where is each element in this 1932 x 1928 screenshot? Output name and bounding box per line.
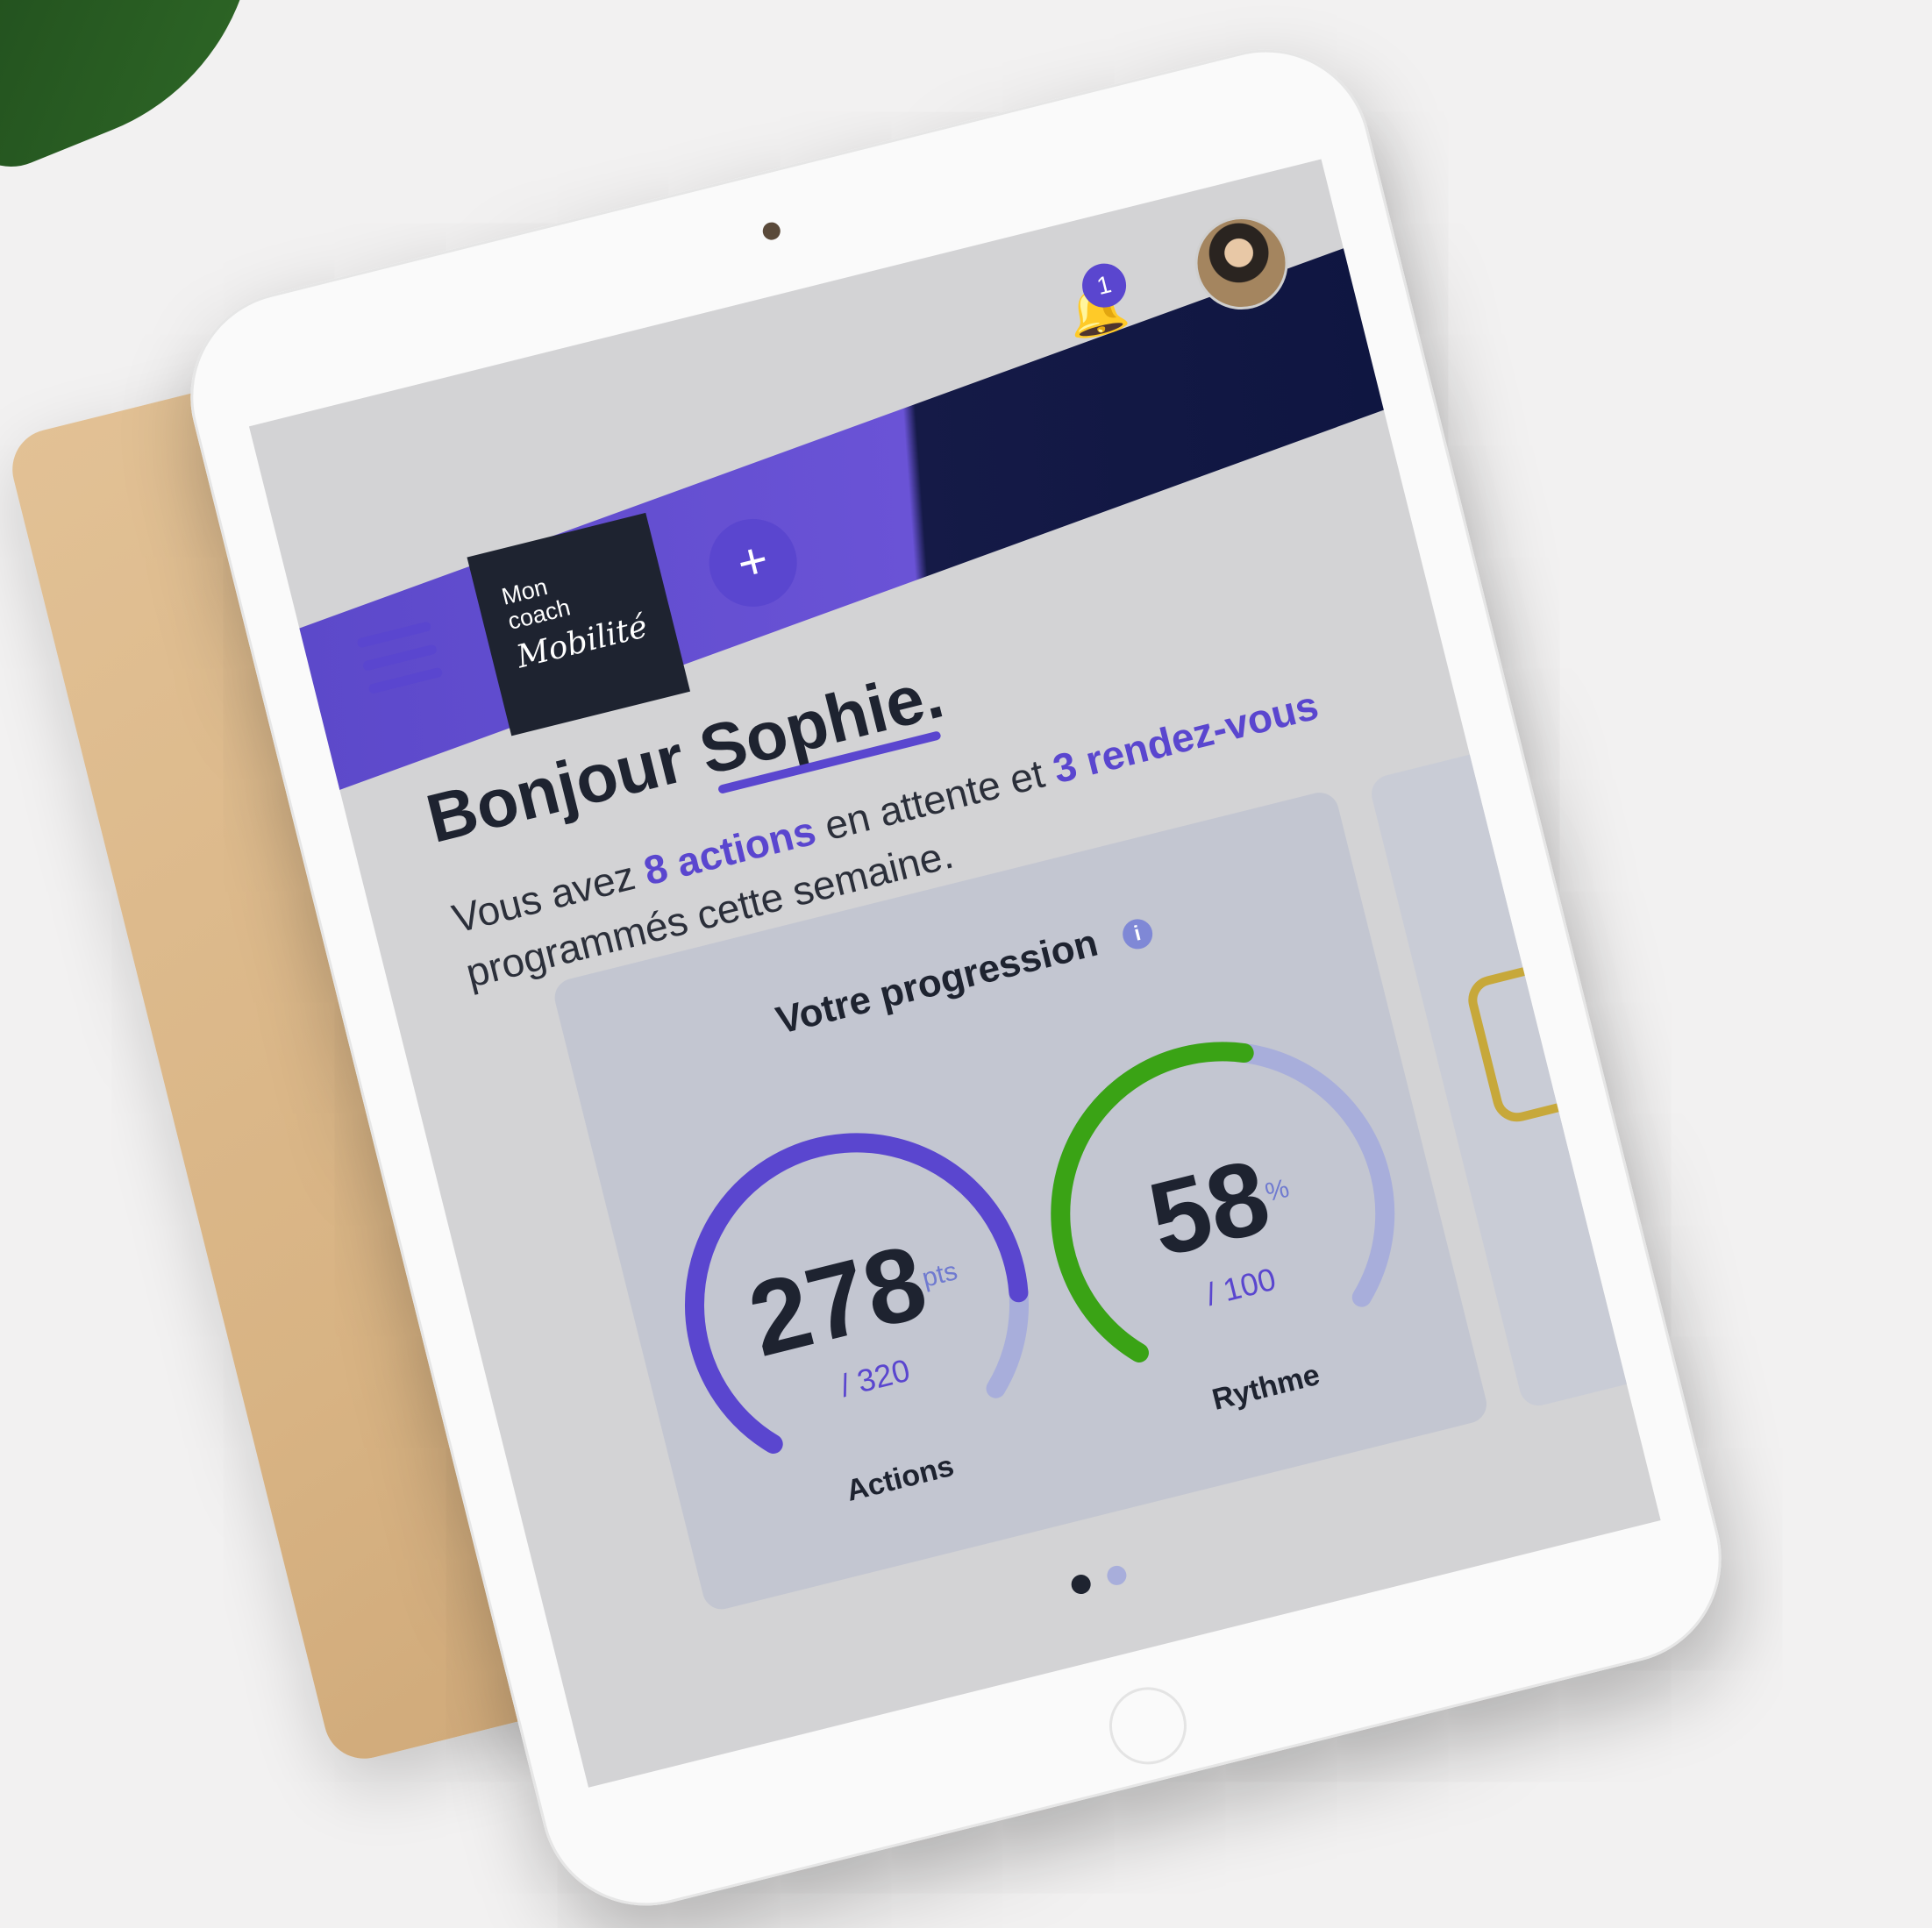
camera-dot	[760, 220, 782, 242]
rythme-gauge: 58% / 100 Rythme	[1000, 991, 1451, 1455]
badge-hexagon-icon	[1463, 952, 1619, 1128]
actions-unit: pts	[919, 1256, 960, 1293]
home-button[interactable]	[1101, 1679, 1195, 1773]
summary-appointments-link[interactable]: 3 rendez-vous	[1048, 682, 1322, 792]
carousel-pager	[1069, 1561, 1144, 1601]
pager-dot-active[interactable]	[1069, 1572, 1093, 1597]
info-icon[interactable]: i	[1119, 916, 1156, 953]
plant-leaf-decoration	[0, 0, 324, 183]
progress-title-text: Votre progression	[772, 921, 1102, 1043]
pager-dot-inactive[interactable]	[1105, 1563, 1130, 1588]
